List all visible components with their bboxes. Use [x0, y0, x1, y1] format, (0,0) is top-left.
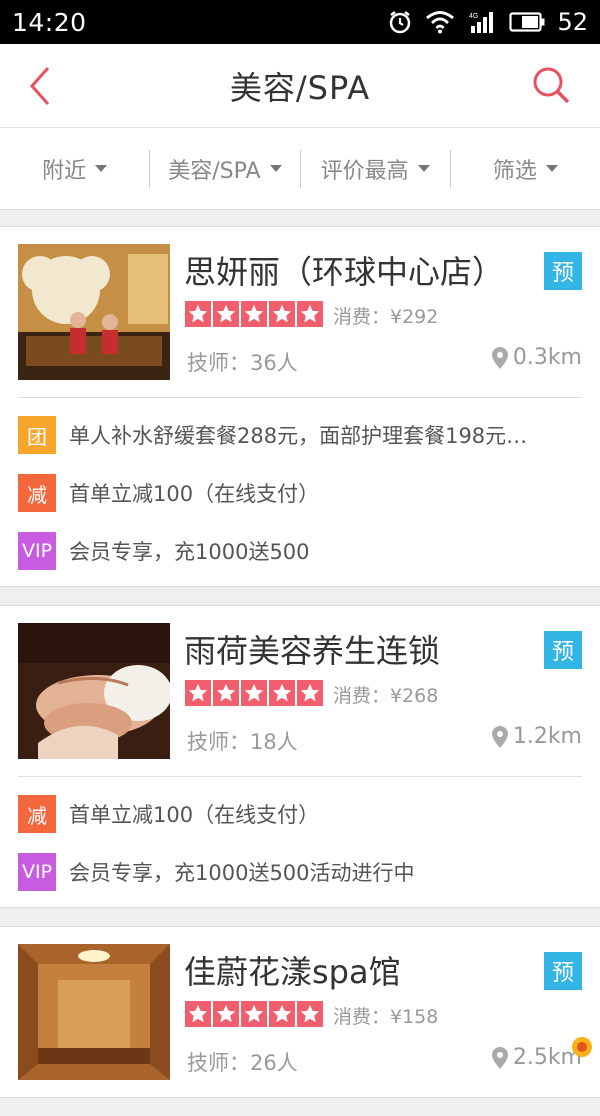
rating-stars	[185, 301, 323, 327]
promo-item[interactable]: VIP 会员专享，充1000送500	[0, 522, 600, 580]
shop-distance: 0.3km	[491, 345, 582, 370]
shop-thumbnail	[18, 623, 170, 759]
shop-price: 消费：¥158	[333, 1002, 438, 1029]
shop-item[interactable]: 雨荷美容养生连锁 预 消费：¥268 技师：18人 1.2km	[0, 606, 600, 776]
page-title: 美容/SPA	[230, 63, 370, 109]
shop-price: 消费：¥292	[333, 302, 438, 329]
shop-item[interactable]: 思妍丽（环球中心店） 预 消费：¥292 技师：36人 0.3km	[0, 227, 600, 397]
shop-card: 思妍丽（环球中心店） 预 消费：¥292 技师：36人 0.3km 团 单人补水…	[0, 226, 600, 587]
star-icon	[213, 301, 239, 327]
shop-thumbnail	[18, 244, 170, 380]
caret-down-icon	[95, 165, 107, 172]
star-icon	[185, 680, 211, 706]
filter-nearby[interactable]: 附近	[0, 150, 149, 188]
shop-technicians: 技师：26人	[187, 1047, 298, 1077]
shop-card: 雨荷美容养生连锁 预 消费：¥268 技师：18人 1.2km 减 首单立减10…	[0, 605, 600, 908]
chevron-left-icon	[22, 64, 62, 108]
vip-badge: VIP	[18, 532, 56, 570]
star-icon	[213, 1001, 239, 1027]
shop-name: 思妍丽（环球中心店）	[184, 247, 504, 293]
promo-list: 团 单人补水舒缓套餐288元，面部护理套餐198元… 减 首单立减100（在线支…	[0, 398, 600, 586]
filter-label: 筛选	[493, 153, 537, 185]
promo-item[interactable]: VIP 会员专享，充1000送500活动进行中	[0, 843, 600, 901]
shop-card: 佳蔚花漾spa馆 预 消费：¥158 技师：26人 2.5km	[0, 926, 600, 1098]
star-icon	[269, 1001, 295, 1027]
rating-stars	[185, 680, 323, 706]
group-buy-badge: 团	[18, 416, 56, 454]
shop-name: 佳蔚花漾spa馆	[184, 947, 401, 993]
star-icon	[213, 680, 239, 706]
caret-down-icon	[270, 165, 282, 172]
shop-list: 思妍丽（环球中心店） 预 消费：¥292 技师：36人 0.3km 团 单人补水…	[0, 226, 600, 1116]
back-button[interactable]	[22, 64, 62, 108]
shop-price: 消费：¥268	[333, 681, 438, 708]
shop-technicians: 技师：18人	[187, 726, 298, 756]
search-icon	[530, 64, 574, 108]
shop-item[interactable]: 佳蔚花漾spa馆 预 消费：¥158 技师：26人 2.5km	[0, 927, 600, 1097]
filter-bar: 附近 美容/SPA 评价最高 筛选	[0, 128, 600, 210]
star-icon	[297, 680, 323, 706]
battery-level: 52	[557, 8, 588, 36]
filter-label: 附近	[42, 153, 86, 185]
filter-label: 评价最高	[321, 153, 409, 185]
watermark-icon	[570, 1035, 594, 1059]
shop-thumbnail	[18, 944, 170, 1080]
promo-item[interactable]: 团 单人补水舒缓套餐288元，面部护理套餐198元…	[0, 406, 600, 464]
battery-icon	[509, 11, 545, 33]
star-icon	[241, 1001, 267, 1027]
star-icon	[185, 301, 211, 327]
promo-text: 单人补水舒缓套餐288元，面部护理套餐198元…	[69, 420, 527, 450]
shop-distance: 2.5km	[491, 1045, 582, 1070]
distance-value: 1.2km	[513, 724, 582, 749]
promo-text: 首单立减100（在线支付）	[69, 799, 319, 829]
rating-stars	[185, 1001, 323, 1027]
star-icon	[297, 1001, 323, 1027]
wifi-icon	[425, 10, 455, 34]
caret-down-icon	[546, 165, 558, 172]
vip-badge: VIP	[18, 853, 56, 891]
filter-sort[interactable]: 评价最高	[300, 150, 450, 188]
star-icon	[241, 301, 267, 327]
reserve-badge[interactable]: 预	[544, 952, 582, 990]
star-icon	[297, 301, 323, 327]
discount-badge: 减	[18, 795, 56, 833]
star-icon	[269, 301, 295, 327]
distance-value: 0.3km	[513, 345, 582, 370]
shop-technicians: 技师：36人	[187, 347, 298, 377]
filter-more[interactable]: 筛选	[450, 150, 600, 188]
star-icon	[185, 1001, 211, 1027]
shop-distance: 1.2km	[491, 724, 582, 749]
watermark-logo	[570, 1035, 594, 1059]
status-bar: 14:20 4G 52	[0, 0, 600, 44]
status-time: 14:20	[12, 8, 87, 37]
star-icon	[269, 680, 295, 706]
star-icon	[241, 680, 267, 706]
search-button[interactable]	[530, 64, 574, 108]
nav-bar: 美容/SPA	[0, 44, 600, 128]
caret-down-icon	[418, 165, 430, 172]
promo-text: 首单立减100（在线支付）	[69, 478, 319, 508]
promo-item[interactable]: 减 首单立减100（在线支付）	[0, 785, 600, 843]
promo-text: 会员专享，充1000送500活动进行中	[69, 857, 415, 887]
reserve-badge[interactable]: 预	[544, 252, 582, 290]
promo-text: 会员专享，充1000送500	[69, 536, 310, 566]
signal-icon: 4G	[467, 10, 497, 34]
location-pin-icon	[491, 725, 509, 749]
discount-badge: 减	[18, 474, 56, 512]
reserve-badge[interactable]: 预	[544, 631, 582, 669]
network-type: 4G	[469, 13, 478, 20]
shop-name: 雨荷美容养生连锁	[184, 626, 440, 672]
promo-item[interactable]: 减 首单立减100（在线支付）	[0, 464, 600, 522]
filter-category[interactable]: 美容/SPA	[149, 150, 299, 188]
alarm-icon	[387, 9, 413, 35]
filter-label: 美容/SPA	[168, 153, 260, 185]
location-pin-icon	[491, 1046, 509, 1070]
location-pin-icon	[491, 346, 509, 370]
promo-list: 减 首单立减100（在线支付） VIP 会员专享，充1000送500活动进行中	[0, 777, 600, 907]
